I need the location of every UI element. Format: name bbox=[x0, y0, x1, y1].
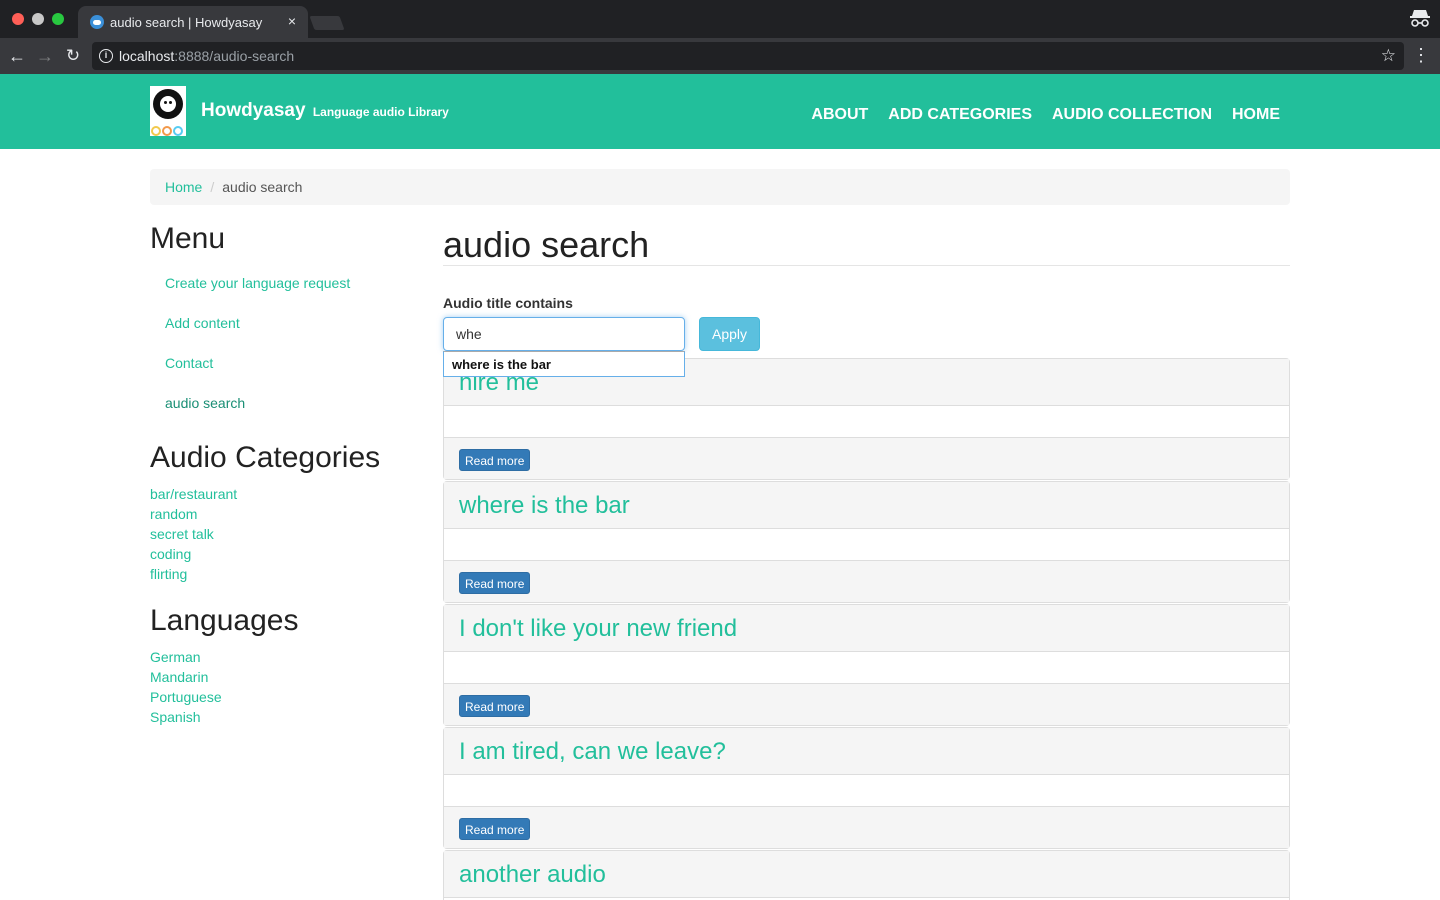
category-secret-talk[interactable]: secret talk bbox=[150, 524, 410, 544]
autocomplete-suggestion[interactable]: where is the bar bbox=[443, 351, 685, 377]
nav-about[interactable]: ABOUT bbox=[811, 106, 868, 124]
tab-title: audio search | Howdyasay bbox=[110, 15, 263, 30]
bookmark-star-icon[interactable]: ☆ bbox=[1381, 46, 1396, 66]
back-arrow-icon[interactable]: ← bbox=[5, 44, 29, 68]
read-more-button[interactable]: Read more bbox=[459, 695, 531, 717]
audio-categories-heading: Audio Categories bbox=[150, 441, 381, 474]
close-window-button[interactable] bbox=[12, 13, 24, 25]
tab-close-icon[interactable]: × bbox=[284, 13, 300, 29]
site-name[interactable]: Howdyasay Language audio Library bbox=[201, 100, 449, 122]
page-title: audio search bbox=[443, 224, 650, 265]
apply-button[interactable]: Apply bbox=[699, 317, 760, 351]
menu-list: Create your language request Add content… bbox=[150, 273, 410, 433]
title-divider bbox=[443, 265, 1290, 266]
breadcrumb-separator: / bbox=[210, 179, 215, 195]
browser-menu-icon[interactable]: ⋮ bbox=[1412, 45, 1430, 65]
menu-item-add-content[interactable]: Add content bbox=[150, 313, 410, 353]
browser-tab-bar: audio search | Howdyasay × bbox=[0, 0, 1440, 38]
forward-arrow-icon[interactable]: → bbox=[33, 44, 57, 68]
site-slogan: Language audio Library bbox=[312, 105, 449, 119]
language-german[interactable]: German bbox=[150, 647, 410, 667]
language-spanish[interactable]: Spanish bbox=[150, 707, 410, 727]
result-title-link[interactable]: where is the bar bbox=[459, 492, 630, 519]
menu-heading: Menu bbox=[150, 222, 226, 255]
drupal-favicon-icon bbox=[90, 15, 104, 29]
language-portuguese[interactable]: Portuguese bbox=[150, 687, 410, 707]
maximize-window-button[interactable] bbox=[52, 13, 64, 25]
language-list: German Mandarin Portuguese Spanish bbox=[150, 647, 410, 727]
site-logo[interactable] bbox=[150, 86, 186, 136]
read-more-button[interactable]: Read more bbox=[459, 572, 531, 594]
category-coding[interactable]: coding bbox=[150, 544, 410, 564]
results-list: hire me Read more where is the bar Read … bbox=[443, 358, 1290, 900]
sidebar: Menu Create your language request Add co… bbox=[150, 222, 410, 727]
menu-item-create-language-request[interactable]: Create your language request bbox=[150, 273, 410, 313]
audio-title-search-input[interactable] bbox=[443, 317, 685, 351]
category-list: bar/restaurant random secret talk coding… bbox=[150, 484, 410, 584]
read-more-button[interactable]: Read more bbox=[459, 818, 531, 840]
result-card: another audio bbox=[443, 850, 1290, 900]
site-header: Howdyasay Language audio Library ABOUT A… bbox=[0, 74, 1440, 149]
language-mandarin[interactable]: Mandarin bbox=[150, 667, 410, 687]
new-tab-button[interactable] bbox=[309, 16, 345, 30]
result-title-link[interactable]: I am tired, can we leave? bbox=[459, 738, 726, 765]
languages-heading: Languages bbox=[150, 604, 299, 637]
breadcrumb: Home / audio search bbox=[150, 169, 1290, 205]
nav-add-categories[interactable]: ADD CATEGORIES bbox=[888, 106, 1032, 124]
category-random[interactable]: random bbox=[150, 504, 410, 524]
nav-audio-collection[interactable]: AUDIO COLLECTION bbox=[1052, 106, 1212, 124]
breadcrumb-current: audio search bbox=[222, 179, 303, 195]
url-text: localhost:8888/audio-search bbox=[119, 48, 295, 64]
read-more-button[interactable]: Read more bbox=[459, 449, 531, 471]
main-nav: ABOUT ADD CATEGORIES AUDIO COLLECTION HO… bbox=[791, 106, 1280, 124]
menu-item-contact[interactable]: Contact bbox=[150, 353, 410, 393]
incognito-icon bbox=[1410, 10, 1430, 27]
result-title-link[interactable]: another audio bbox=[459, 861, 606, 888]
main-content: audio search Audio title contains Apply … bbox=[443, 224, 1290, 900]
category-bar-restaurant[interactable]: bar/restaurant bbox=[150, 484, 410, 504]
reload-icon[interactable]: ↻ bbox=[61, 44, 85, 68]
info-icon[interactable]: i bbox=[99, 49, 113, 63]
result-card: I don't like your new friend Read more bbox=[443, 604, 1290, 726]
result-card: where is the bar Read more bbox=[443, 481, 1290, 603]
address-bar[interactable]: i localhost:8888/audio-search ☆ bbox=[92, 42, 1404, 70]
minimize-window-button[interactable] bbox=[32, 13, 44, 25]
category-flirting[interactable]: flirting bbox=[150, 564, 410, 584]
result-card: I am tired, can we leave? Read more bbox=[443, 727, 1290, 849]
headphones-face-icon bbox=[153, 89, 183, 119]
filter-label: Audio title contains bbox=[443, 295, 573, 311]
breadcrumb-home-link[interactable]: Home bbox=[165, 179, 202, 195]
browser-tab[interactable]: audio search | Howdyasay × bbox=[78, 6, 308, 38]
result-title-link[interactable]: I don't like your new friend bbox=[459, 615, 737, 642]
menu-item-audio-search[interactable]: audio search bbox=[150, 393, 410, 433]
nav-home[interactable]: HOME bbox=[1232, 106, 1280, 124]
browser-toolbar: ← → ↻ i localhost:8888/audio-search ☆ ⋮ bbox=[0, 38, 1440, 74]
